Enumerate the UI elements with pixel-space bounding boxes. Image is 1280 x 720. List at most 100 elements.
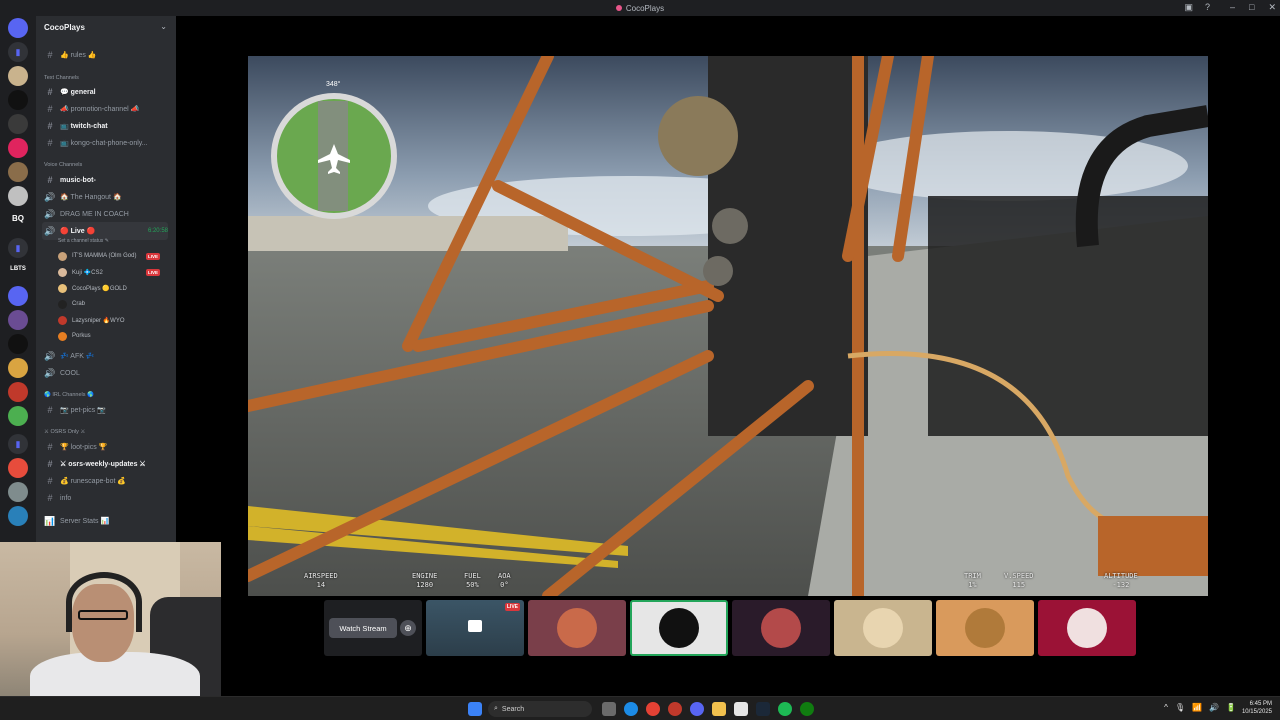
voice-user-name: IT'S MAMMA (Olm God) bbox=[72, 253, 137, 259]
server-icon[interactable] bbox=[8, 186, 28, 206]
avatar bbox=[58, 283, 67, 293]
chevron-down-icon[interactable]: ⌄ bbox=[160, 22, 167, 31]
avatar bbox=[58, 315, 67, 325]
close-button[interactable]: ✕ bbox=[1268, 2, 1276, 13]
server-icon[interactable]: ▮ bbox=[8, 434, 28, 454]
store-icon[interactable] bbox=[734, 702, 748, 716]
voice-channel-cool[interactable]: 🔊 COOL bbox=[44, 366, 79, 380]
taskbar-search[interactable]: ⌕ Search bbox=[488, 701, 592, 717]
stream-viewport[interactable]: 348° AIRSPEED 14 ENGINE 1280 FUEL 50% AOA 0°… bbox=[248, 56, 1208, 596]
server-icon[interactable]: LBTS bbox=[6, 266, 30, 272]
avatar bbox=[965, 608, 1005, 648]
voice-user[interactable]: Porkus bbox=[58, 329, 168, 343]
channel-loot-pics[interactable]: # 🏆 loot-pics 🏆 bbox=[44, 440, 107, 454]
server-icon[interactable] bbox=[8, 458, 28, 478]
server-icon[interactable] bbox=[8, 406, 28, 426]
avatar bbox=[557, 608, 597, 648]
inbox-icon[interactable]: ▣ bbox=[1184, 2, 1193, 13]
xbox-icon[interactable] bbox=[800, 702, 814, 716]
chrome-icon[interactable] bbox=[646, 702, 660, 716]
participant-tile[interactable] bbox=[1038, 600, 1136, 656]
heading-readout: 348° bbox=[326, 80, 341, 88]
stream-preview-tile[interactable]: LIVE bbox=[426, 600, 524, 656]
live-badge: LIVE bbox=[145, 268, 160, 276]
category-voice-channels[interactable]: Voice Channels bbox=[44, 162, 82, 168]
channel-pet-pics[interactable]: # 📷 pet-pics 📷 bbox=[44, 403, 105, 417]
voice-user[interactable]: Kuji 💠CS2 LIVE bbox=[58, 265, 168, 279]
server-icon[interactable] bbox=[8, 90, 28, 110]
channel-label: 💰 runescape-bot 💰 bbox=[60, 478, 127, 485]
minimize-button[interactable]: – bbox=[1230, 2, 1235, 13]
server-icon[interactable] bbox=[8, 18, 28, 38]
hash-icon: # bbox=[47, 121, 53, 131]
server-icon[interactable] bbox=[8, 334, 28, 354]
participant-tile-speaking[interactable] bbox=[630, 600, 728, 656]
server-icon[interactable] bbox=[8, 114, 28, 134]
server-icon[interactable]: ▮ bbox=[8, 42, 28, 62]
voice-user-name: CocoPlays 🟡GOLD bbox=[72, 285, 127, 292]
microphone-icon[interactable]: 🎙 bbox=[1175, 703, 1185, 712]
server-icon[interactable] bbox=[8, 358, 28, 378]
server-icon[interactable] bbox=[8, 286, 28, 306]
volume-icon[interactable]: 🔊 bbox=[1209, 703, 1219, 712]
channel-runescape-bot[interactable]: # 💰 runescape-bot 💰 bbox=[44, 474, 126, 488]
watch-stream-button[interactable]: Watch Stream bbox=[329, 618, 397, 638]
voice-channel-afk[interactable]: 🔊 💤 AFK 💤 bbox=[44, 349, 94, 363]
channel-general[interactable]: # 💬 general bbox=[44, 85, 95, 99]
server-icon[interactable] bbox=[8, 506, 28, 526]
server-icon[interactable] bbox=[8, 66, 28, 86]
server-icon[interactable] bbox=[8, 138, 28, 158]
app-icon[interactable] bbox=[668, 702, 682, 716]
speaker-icon: 🔊 bbox=[44, 208, 56, 219]
category-irl-channels[interactable]: 🌎 IRL Channels 🌎 bbox=[44, 392, 94, 398]
channel-status[interactable]: Set a channel status ✎ bbox=[58, 238, 109, 244]
participant-tile[interactable] bbox=[936, 600, 1034, 656]
participant-tile[interactable] bbox=[732, 600, 830, 656]
wifi-icon[interactable]: 📶 bbox=[1192, 703, 1202, 712]
voice-channel-drag-me-in[interactable]: 🔊 DRAG ME IN COACH bbox=[44, 207, 128, 221]
voice-user[interactable]: IT'S MAMMA (Olm God) LIVE bbox=[58, 249, 168, 263]
server-icon[interactable] bbox=[8, 310, 28, 330]
task-view-icon[interactable] bbox=[602, 702, 616, 716]
window-titlebar: CocoPlays ▣ ? – □ ✕ bbox=[0, 0, 1280, 16]
server-icon[interactable]: BQ bbox=[6, 214, 30, 223]
server-icon[interactable] bbox=[8, 482, 28, 502]
voice-channel-hangout[interactable]: 🔊 🏠 The Hangout 🏠 bbox=[44, 190, 121, 204]
clock[interactable]: 6:45 PM 10/15/2025 bbox=[1242, 700, 1272, 716]
voice-user[interactable]: CocoPlays 🟡GOLD bbox=[58, 281, 168, 295]
category-osrs-only[interactable]: ⚔ OSRS Only ⚔ bbox=[44, 429, 85, 435]
discord-icon[interactable] bbox=[690, 702, 704, 716]
start-icon[interactable] bbox=[468, 702, 482, 716]
spotify-icon[interactable] bbox=[778, 702, 792, 716]
channel-osrs-weekly-updates[interactable]: # ⚔ osrs-weekly-updates ⚔ bbox=[44, 457, 145, 471]
hud-trim: TRIM 1% bbox=[964, 572, 981, 589]
channel-promotion[interactable]: # 📣 promotion-channel 📣 bbox=[44, 102, 139, 116]
steam-icon[interactable] bbox=[756, 702, 770, 716]
category-server-stats[interactable]: 📊 Server Stats 📊 bbox=[44, 514, 109, 528]
chevron-up-icon[interactable]: ^ bbox=[1164, 703, 1168, 712]
speaker-icon: 🔊 bbox=[44, 367, 56, 378]
channel-music-bot[interactable]: # music-bot- bbox=[44, 173, 95, 187]
channel-kongo-chat[interactable]: # 📺 kongo-chat-phone-only... bbox=[44, 136, 147, 150]
channel-info[interactable]: # info bbox=[44, 491, 71, 505]
participant-tile[interactable] bbox=[834, 600, 932, 656]
help-icon[interactable]: ? bbox=[1205, 2, 1210, 13]
category-text-channels[interactable]: Text Channels bbox=[44, 75, 79, 81]
server-icon[interactable] bbox=[8, 162, 28, 182]
popout-icon[interactable]: ⊕ bbox=[400, 620, 416, 636]
channel-rules[interactable]: # 👍 rules 👍 bbox=[44, 48, 96, 62]
voice-user[interactable]: Crab bbox=[58, 297, 168, 311]
webcam-feed bbox=[0, 542, 221, 696]
battery-icon[interactable]: 🔋 bbox=[1226, 703, 1236, 712]
server-icon[interactable]: ▮ bbox=[8, 238, 28, 258]
server-name[interactable]: CocoPlays bbox=[44, 23, 85, 32]
file-explorer-icon[interactable] bbox=[712, 702, 726, 716]
server-icon[interactable] bbox=[8, 382, 28, 402]
voice-channel-live-label[interactable]: 🔊 🔴 Live 🔴 bbox=[44, 224, 95, 238]
channel-twitch-chat[interactable]: # 📺 twitch-chat bbox=[44, 119, 107, 133]
voice-user[interactable]: Lazysniper 🔥WYO bbox=[58, 313, 168, 327]
edge-icon[interactable] bbox=[624, 702, 638, 716]
maximize-button[interactable]: □ bbox=[1249, 2, 1254, 13]
watch-stream-tile[interactable]: Watch Stream ⊕ bbox=[324, 600, 422, 656]
participant-tile[interactable] bbox=[528, 600, 626, 656]
